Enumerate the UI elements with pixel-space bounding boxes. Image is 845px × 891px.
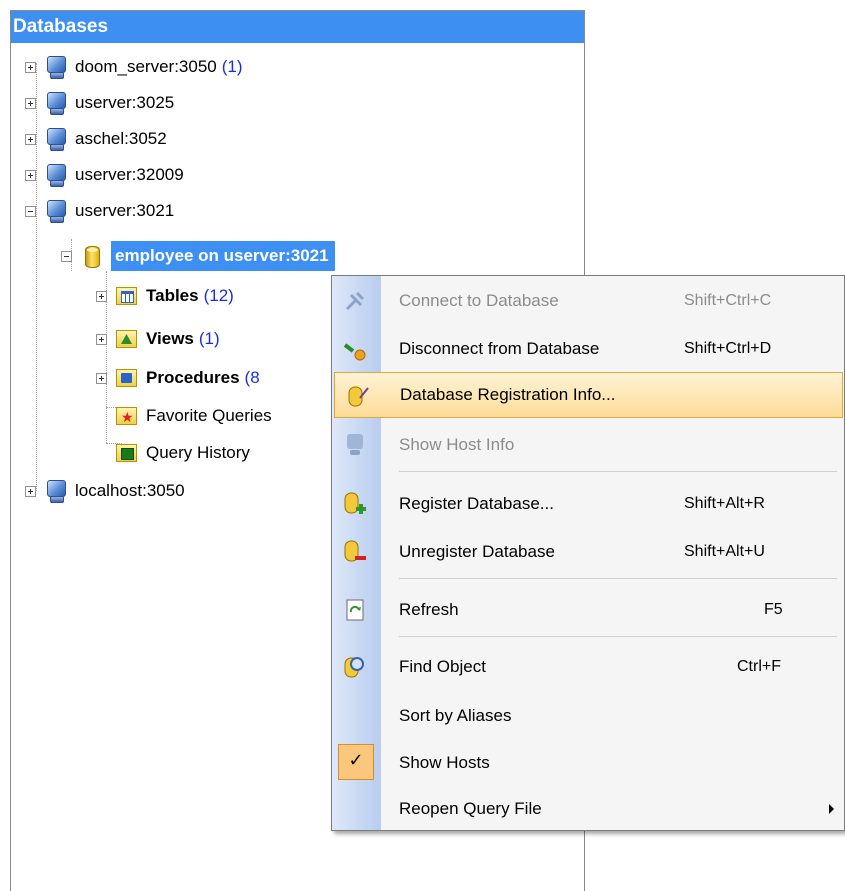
server-icon bbox=[44, 163, 68, 187]
find-icon bbox=[343, 655, 367, 679]
server-icon bbox=[44, 479, 68, 503]
tree-node-database[interactable]: employee on userver:3021 bbox=[61, 241, 335, 271]
plug-icon bbox=[343, 289, 367, 313]
tree-node-server-expanded[interactable]: userver:3021 bbox=[25, 196, 174, 226]
views-folder-icon bbox=[115, 327, 139, 351]
expand-icon[interactable] bbox=[25, 61, 36, 73]
tree-node-procedures[interactable]: Procedures (8 bbox=[96, 363, 260, 393]
favorite-queries-label: Favorite Queries bbox=[146, 406, 272, 425]
views-count: (1) bbox=[198, 329, 220, 348]
tree-node-server[interactable]: doom_server:3050 (1) bbox=[25, 52, 243, 82]
tree-node-server[interactable]: userver:3025 bbox=[25, 88, 174, 118]
checkmark-icon: ✓ bbox=[338, 744, 374, 780]
expand-icon[interactable] bbox=[25, 169, 36, 181]
server-label: doom_server:3050 bbox=[75, 57, 217, 76]
server-icon bbox=[44, 55, 68, 79]
collapse-icon[interactable] bbox=[25, 205, 36, 217]
views-label: Views bbox=[146, 329, 194, 348]
menu-item-show-host-info[interactable]: Show Host Info bbox=[332, 422, 844, 468]
context-menu: Connect to Database Shift+Ctrl+C Disconn… bbox=[331, 275, 845, 831]
tables-folder-icon bbox=[115, 284, 139, 308]
server-label: userver:3021 bbox=[75, 201, 175, 220]
menu-item-sort-by-aliases[interactable]: Sort by Aliases bbox=[332, 693, 844, 739]
submenu-arrow-icon bbox=[829, 804, 834, 814]
menu-item-reopen-query-file[interactable]: Reopen Query File bbox=[332, 786, 844, 832]
menu-item-connect[interactable]: Connect to Database Shift+Ctrl+C bbox=[332, 278, 844, 324]
tree-node-server[interactable]: localhost:3050 bbox=[25, 476, 185, 506]
expand-icon[interactable] bbox=[96, 372, 107, 384]
server-icon bbox=[44, 91, 68, 115]
expand-icon[interactable] bbox=[25, 97, 36, 109]
menu-item-refresh[interactable]: Refresh F5 bbox=[332, 587, 844, 633]
server-label: aschel:3052 bbox=[75, 129, 167, 148]
tree-node-tables[interactable]: Tables (12) bbox=[96, 281, 234, 311]
procedures-label: Procedures bbox=[146, 368, 240, 387]
refresh-icon bbox=[343, 598, 367, 622]
server-label: userver:3025 bbox=[75, 93, 175, 112]
procedures-folder-icon bbox=[115, 366, 139, 390]
server-icon bbox=[343, 433, 367, 457]
menu-item-find-object[interactable]: Find Object Ctrl+F bbox=[332, 644, 844, 690]
menu-item-unregister-database[interactable]: Unregister Database Shift+Alt+U bbox=[332, 529, 844, 575]
procedures-count: (8 bbox=[244, 368, 260, 387]
tables-count: (12) bbox=[203, 286, 234, 305]
database-icon bbox=[80, 244, 104, 268]
menu-item-show-hosts[interactable]: ✓ Show Hosts bbox=[332, 740, 844, 786]
expand-icon[interactable] bbox=[96, 333, 107, 345]
server-icon bbox=[44, 127, 68, 151]
db-edit-icon bbox=[346, 384, 370, 408]
expand-icon[interactable] bbox=[25, 133, 36, 145]
server-icon bbox=[44, 199, 68, 223]
tables-label: Tables bbox=[146, 286, 199, 305]
server-count: (1) bbox=[221, 57, 243, 76]
db-add-icon bbox=[343, 492, 367, 516]
expand-icon[interactable] bbox=[96, 290, 107, 302]
query-history-icon bbox=[115, 441, 139, 465]
menu-item-disconnect[interactable]: Disconnect from Database Shift+Ctrl+D bbox=[332, 326, 844, 372]
server-label: userver:32009 bbox=[75, 165, 184, 184]
menu-item-register-database[interactable]: Register Database... Shift+Alt+R bbox=[332, 481, 844, 527]
server-label: localhost:3050 bbox=[75, 481, 185, 500]
db-remove-icon bbox=[343, 540, 367, 564]
tree-node-query-history[interactable]: Query History bbox=[96, 438, 250, 468]
collapse-icon[interactable] bbox=[61, 250, 72, 262]
tree-node-views[interactable]: Views (1) bbox=[96, 324, 220, 354]
menu-item-registration-info[interactable]: Database Registration Info... bbox=[334, 372, 843, 418]
tree-node-favorite-queries[interactable]: ★ Favorite Queries bbox=[96, 401, 272, 431]
query-history-label: Query History bbox=[146, 443, 250, 462]
tree-node-server[interactable]: aschel:3052 bbox=[25, 124, 167, 154]
unplug-icon bbox=[343, 337, 367, 361]
database-label-selected: employee on userver:3021 bbox=[111, 241, 335, 271]
tree-node-server[interactable]: userver:32009 bbox=[25, 160, 184, 190]
favorite-star-icon: ★ bbox=[115, 404, 139, 428]
expand-icon[interactable] bbox=[25, 485, 36, 497]
